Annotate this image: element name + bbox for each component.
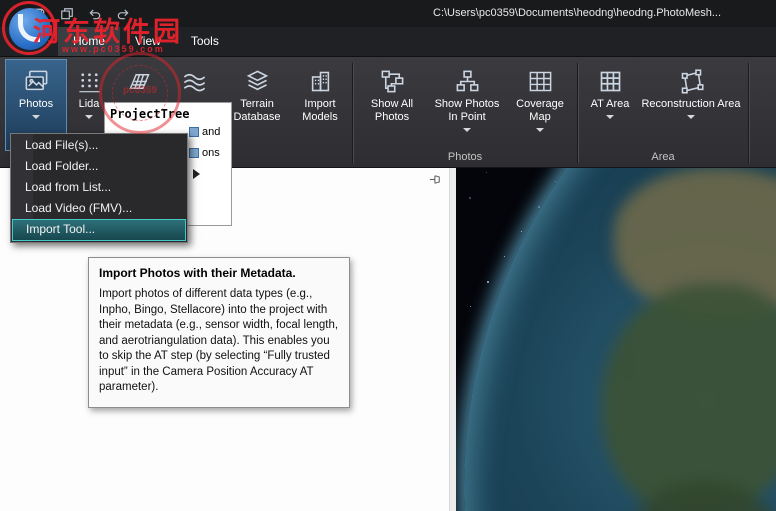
lidar-button-label: Lida (79, 98, 100, 111)
project-tree-title: ProjectTree (105, 103, 231, 121)
ribbon-group-area-label: Area (582, 150, 744, 167)
menu-item-load-files[interactable]: Load File(s)... (12, 135, 186, 156)
coverage-map-icon (527, 64, 554, 98)
menu-item-load-video[interactable]: Load Video (FMV)... (12, 198, 186, 219)
show-photos-in-point-label: Show Photos In Point (430, 98, 504, 124)
star (470, 306, 471, 307)
photos-dropdown-menu: Load File(s)... Load Folder... Load from… (10, 133, 188, 243)
star (504, 256, 505, 257)
tree-item-label: and (202, 126, 220, 138)
chevron-down-icon (687, 115, 695, 119)
show-all-photos-label: Show All Photos (360, 98, 424, 124)
database-layers-icon (244, 64, 271, 98)
titlebar: C:\Users\pc0359\Documents\heodng\heodng.… (0, 0, 776, 27)
menu-item-load-from-list[interactable]: Load from List... (12, 177, 186, 198)
tab-view[interactable]: View (120, 27, 176, 56)
chevron-down-icon (463, 128, 471, 132)
import-models-label: Import Models (295, 98, 345, 124)
undo-icon[interactable] (86, 5, 103, 22)
ribbon-group-photos-label: Photos (357, 150, 573, 167)
tooltip-body: Import photos of different data types (e… (99, 287, 339, 396)
tree-item-label: ons (202, 147, 220, 159)
coverage-map-button[interactable]: Coverage Map (507, 60, 573, 150)
ribbon-group-photos: Show All Photos Show Photos In Point Cov… (357, 60, 573, 167)
lidar-icon (76, 64, 103, 98)
show-photos-in-point-button[interactable]: Show Photos In Point (427, 60, 507, 150)
document-path: C:\Users\pc0359\Documents\heodng\heodng.… (433, 7, 721, 19)
ribbon-group-area: AT Area Reconstruction Area Area (582, 60, 744, 167)
chevron-down-icon (85, 115, 93, 119)
terrain-waves-icon (181, 64, 208, 98)
pin-icon[interactable] (428, 172, 443, 192)
chevron-down-icon (606, 115, 614, 119)
photos-button-label: Photos (19, 98, 53, 111)
buildings-icon (307, 64, 334, 98)
show-all-photos-icon (379, 64, 406, 98)
save-icon[interactable] (30, 5, 47, 22)
star (486, 172, 487, 173)
ribbon-tabbar: Home View Tools (0, 27, 776, 56)
import-tool-tooltip: Import Photos with their Metadata. Impor… (88, 257, 350, 408)
show-photos-in-point-icon (454, 64, 481, 98)
landmass-central (602, 284, 776, 511)
reconstruction-area-icon (678, 64, 705, 98)
import-models-button[interactable]: Import Models (292, 60, 348, 150)
photos-icon (23, 64, 50, 98)
show-all-photos-button[interactable]: Show All Photos (357, 60, 427, 150)
menu-item-import-tool[interactable]: Import Tool... (12, 219, 186, 241)
window-icon[interactable] (58, 5, 75, 22)
star (521, 231, 522, 232)
terrain-database-button[interactable]: Terrain Database (222, 60, 292, 150)
tab-tools[interactable]: Tools (176, 27, 234, 56)
at-area-button[interactable]: AT Area (582, 60, 638, 150)
chevron-down-icon (32, 115, 40, 119)
grid-3d-icon (126, 64, 153, 98)
tab-home[interactable]: Home (58, 27, 120, 56)
tree-node-icon (189, 127, 199, 137)
reconstruction-area-button[interactable]: Reconstruction Area (638, 60, 744, 150)
ribbon-separator (352, 63, 353, 163)
ribbon-separator (577, 63, 578, 163)
ribbon-separator (748, 63, 749, 163)
globe-viewport[interactable] (456, 168, 776, 511)
menu-item-load-folder[interactable]: Load Folder... (12, 156, 186, 177)
tree-node-icon (189, 148, 199, 158)
tooltip-title: Import Photos with their Metadata. (99, 266, 339, 280)
quick-access-toolbar (30, 5, 131, 22)
panel-splitter[interactable] (449, 168, 456, 511)
chevron-down-icon (536, 128, 544, 132)
star (469, 197, 471, 199)
expand-arrow-icon[interactable] (193, 169, 200, 179)
coverage-map-label: Coverage Map (510, 98, 570, 124)
redo-icon[interactable] (114, 5, 131, 22)
at-area-label: AT Area (591, 98, 630, 111)
terrain-database-label: Terrain Database (225, 98, 289, 124)
at-area-icon (597, 64, 624, 98)
star (487, 281, 489, 283)
reconstruction-area-label: Reconstruction Area (641, 98, 740, 111)
